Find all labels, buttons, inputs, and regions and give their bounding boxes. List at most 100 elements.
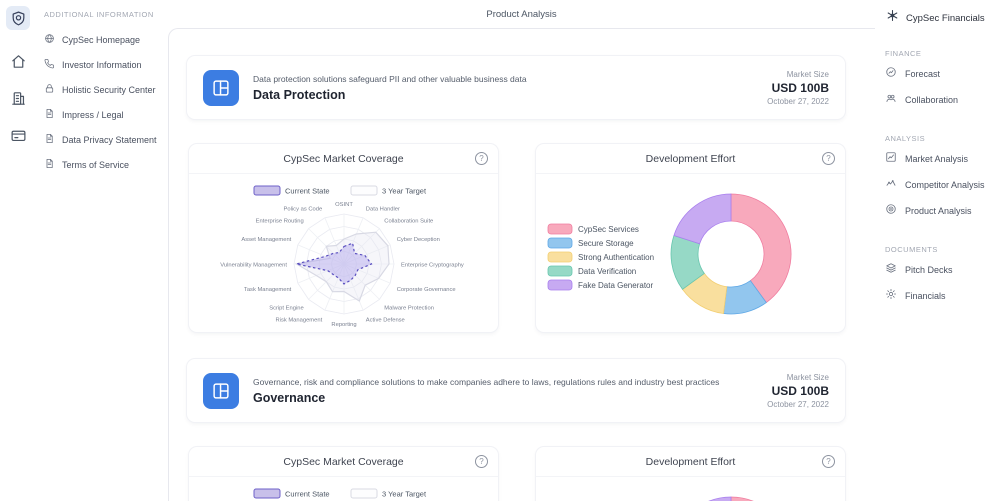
- lock-icon: [44, 81, 55, 99]
- phone-icon: [44, 56, 55, 74]
- nav-item-holistic-security-center[interactable]: Holistic Security Center: [44, 77, 168, 102]
- icon-rail: [0, 0, 36, 501]
- cypsec-logo-icon[interactable]: [6, 6, 30, 30]
- svg-text:Fake Data Generator: Fake Data Generator: [578, 281, 653, 290]
- sidebar-item-financials[interactable]: Financials: [883, 283, 1000, 309]
- nav-item-data-privacy-statement[interactable]: Data Privacy Statement: [44, 127, 168, 152]
- financials-logo-icon: [885, 8, 900, 28]
- svg-text:Active Defense: Active Defense: [366, 318, 405, 324]
- chart-card-cypsec-market-coverage: CypSec Market Coverage?Current State3 Ye…: [189, 144, 498, 332]
- page-title: Product Analysis: [486, 9, 556, 20]
- pitch-decks-icon: [885, 261, 897, 279]
- help-icon[interactable]: ?: [475, 455, 488, 468]
- svg-text:Current State: Current State: [285, 490, 330, 499]
- donut-chart: CypSec Services Secure Storage Strong Auth…: [536, 174, 845, 332]
- chart-header: Development Effort?: [536, 447, 845, 477]
- product-title: Governance: [253, 391, 767, 405]
- left-nav-section-label: ADDITIONAL INFORMATION: [44, 10, 168, 19]
- brand-row[interactable]: CypSec Financials: [883, 8, 1000, 28]
- nav-item-investor-information[interactable]: Investor Information: [44, 52, 168, 77]
- help-icon[interactable]: ?: [822, 152, 835, 165]
- help-icon[interactable]: ?: [475, 152, 488, 165]
- billing-icon[interactable]: [6, 123, 30, 147]
- sidebar-item-label: Collaboration: [905, 95, 958, 105]
- sidebar-item-label: Forecast: [905, 69, 940, 79]
- competitor-analysis-icon: [885, 176, 897, 194]
- svg-text:Vulnerability Management: Vulnerability Management: [220, 263, 287, 269]
- radar-chart: Current State3 Year TargetOSINTData Hand…: [189, 174, 498, 332]
- sidebar-item-product-analysis[interactable]: Product Analysis: [883, 198, 1000, 224]
- radar-chart: Current State3 Year TargetOSINTData Hand…: [189, 477, 498, 501]
- product-card-governance: Governance, risk and compliance solution…: [187, 359, 845, 422]
- svg-text:Strong Authentication: Strong Authentication: [578, 253, 654, 262]
- market-size-block: Market Size USD 100B October 27, 2022: [767, 373, 829, 409]
- svg-text:Asset Management: Asset Management: [241, 237, 291, 243]
- sidebar-item-label: Market Analysis: [905, 154, 968, 164]
- sidebar-item-collaboration[interactable]: Collaboration: [883, 87, 1000, 113]
- product-description: Governance, risk and compliance solution…: [253, 377, 767, 387]
- svg-text:3 Year Target: 3 Year Target: [382, 490, 427, 499]
- market-analysis-icon: [885, 150, 897, 168]
- page-header: Product Analysis: [168, 0, 875, 28]
- sidebar-section-label: FINANCE: [885, 49, 1000, 58]
- organization-icon[interactable]: [6, 86, 30, 110]
- chart-card-development-effort: Development Effort?CypSec ServicesSecure…: [536, 447, 845, 501]
- document-icon: [44, 106, 55, 124]
- sidebar-item-market-analysis[interactable]: Market Analysis: [883, 146, 1000, 172]
- chart-header: CypSec Market Coverage?: [189, 144, 498, 174]
- product-grid-icon: [203, 373, 239, 409]
- market-size-label: Market Size: [767, 70, 829, 79]
- svg-text:Collaboration Suite: Collaboration Suite: [384, 219, 433, 225]
- svg-text:Enterprise Routing: Enterprise Routing: [256, 219, 304, 225]
- sidebar-item-competitor-analysis[interactable]: Competitor Analysis: [883, 172, 1000, 198]
- product-description: Data protection solutions safeguard PII …: [253, 74, 767, 84]
- market-size-value: USD 100B: [767, 384, 829, 398]
- svg-text:Secure Storage: Secure Storage: [578, 239, 634, 248]
- svg-text:Data Verification: Data Verification: [578, 267, 636, 276]
- svg-text:Cyber Deception: Cyber Deception: [397, 237, 440, 243]
- product-text: Governance, risk and compliance solution…: [253, 377, 767, 405]
- financials-icon: [885, 287, 897, 305]
- help-icon[interactable]: ?: [822, 455, 835, 468]
- svg-text:Enterprise Cryptography: Enterprise Cryptography: [401, 263, 464, 269]
- radar-legend: Current State 3 Year Target: [254, 489, 427, 499]
- globe-icon: [44, 31, 55, 49]
- nav-item-impress-legal[interactable]: Impress / Legal: [44, 102, 168, 127]
- sidebar-item-label: Competitor Analysis: [905, 180, 985, 190]
- sidebar-item-forecast[interactable]: Forecast: [883, 61, 1000, 87]
- nav-item-label: Holistic Security Center: [62, 85, 156, 95]
- pie-slice: [674, 194, 731, 244]
- nav-item-terms-of-service[interactable]: Terms of Service: [44, 152, 168, 177]
- sidebar-item-pitch-decks[interactable]: Pitch Decks: [883, 257, 1000, 283]
- document-icon: [44, 156, 55, 174]
- home-icon[interactable]: [6, 49, 30, 73]
- charts-row: CypSec Market Coverage? Current State 3 Ye…: [189, 447, 845, 501]
- product-text: Data protection solutions safeguard PII …: [253, 74, 767, 102]
- svg-text:Reporting: Reporting: [331, 322, 356, 328]
- donut-chart: CypSec ServicesSecure StorageStrong Auth…: [536, 477, 845, 501]
- nav-item-label: Investor Information: [62, 60, 142, 70]
- sidebar-item-label: Pitch Decks: [905, 265, 953, 275]
- main-column: Product Analysis Data protection solutio…: [168, 0, 875, 501]
- nav-item-label: Impress / Legal: [62, 110, 124, 120]
- chart-title: CypSec Market Coverage: [283, 456, 403, 468]
- product-card-data-protection: Data protection solutions safeguard PII …: [187, 56, 845, 119]
- product-title: Data Protection: [253, 88, 767, 102]
- pie-slice: [674, 497, 731, 501]
- chart-card-cypsec-market-coverage: CypSec Market Coverage? Current State 3 Ye…: [189, 447, 498, 501]
- chart-header: CypSec Market Coverage?: [189, 447, 498, 477]
- pie-slice: [731, 497, 791, 501]
- forecast-icon: [885, 65, 897, 83]
- market-size-date: October 27, 2022: [767, 400, 829, 409]
- main-panel: Data protection solutions safeguard PII …: [168, 28, 875, 501]
- nav-item-cypsec-homepage[interactable]: CypSec Homepage: [44, 27, 168, 52]
- svg-text:Corporate Governance: Corporate Governance: [397, 287, 456, 293]
- nav-item-label: Data Privacy Statement: [62, 135, 157, 145]
- nav-item-label: CypSec Homepage: [62, 35, 140, 45]
- market-size-label: Market Size: [767, 373, 829, 382]
- svg-text:Risk Management: Risk Management: [275, 318, 322, 324]
- chart-title: Development Effort: [646, 153, 736, 165]
- svg-text:CypSec Services: CypSec Services: [578, 225, 639, 234]
- svg-text:Script Engine: Script Engine: [269, 305, 303, 311]
- charts-row: CypSec Market Coverage?Current State3 Ye…: [189, 144, 845, 332]
